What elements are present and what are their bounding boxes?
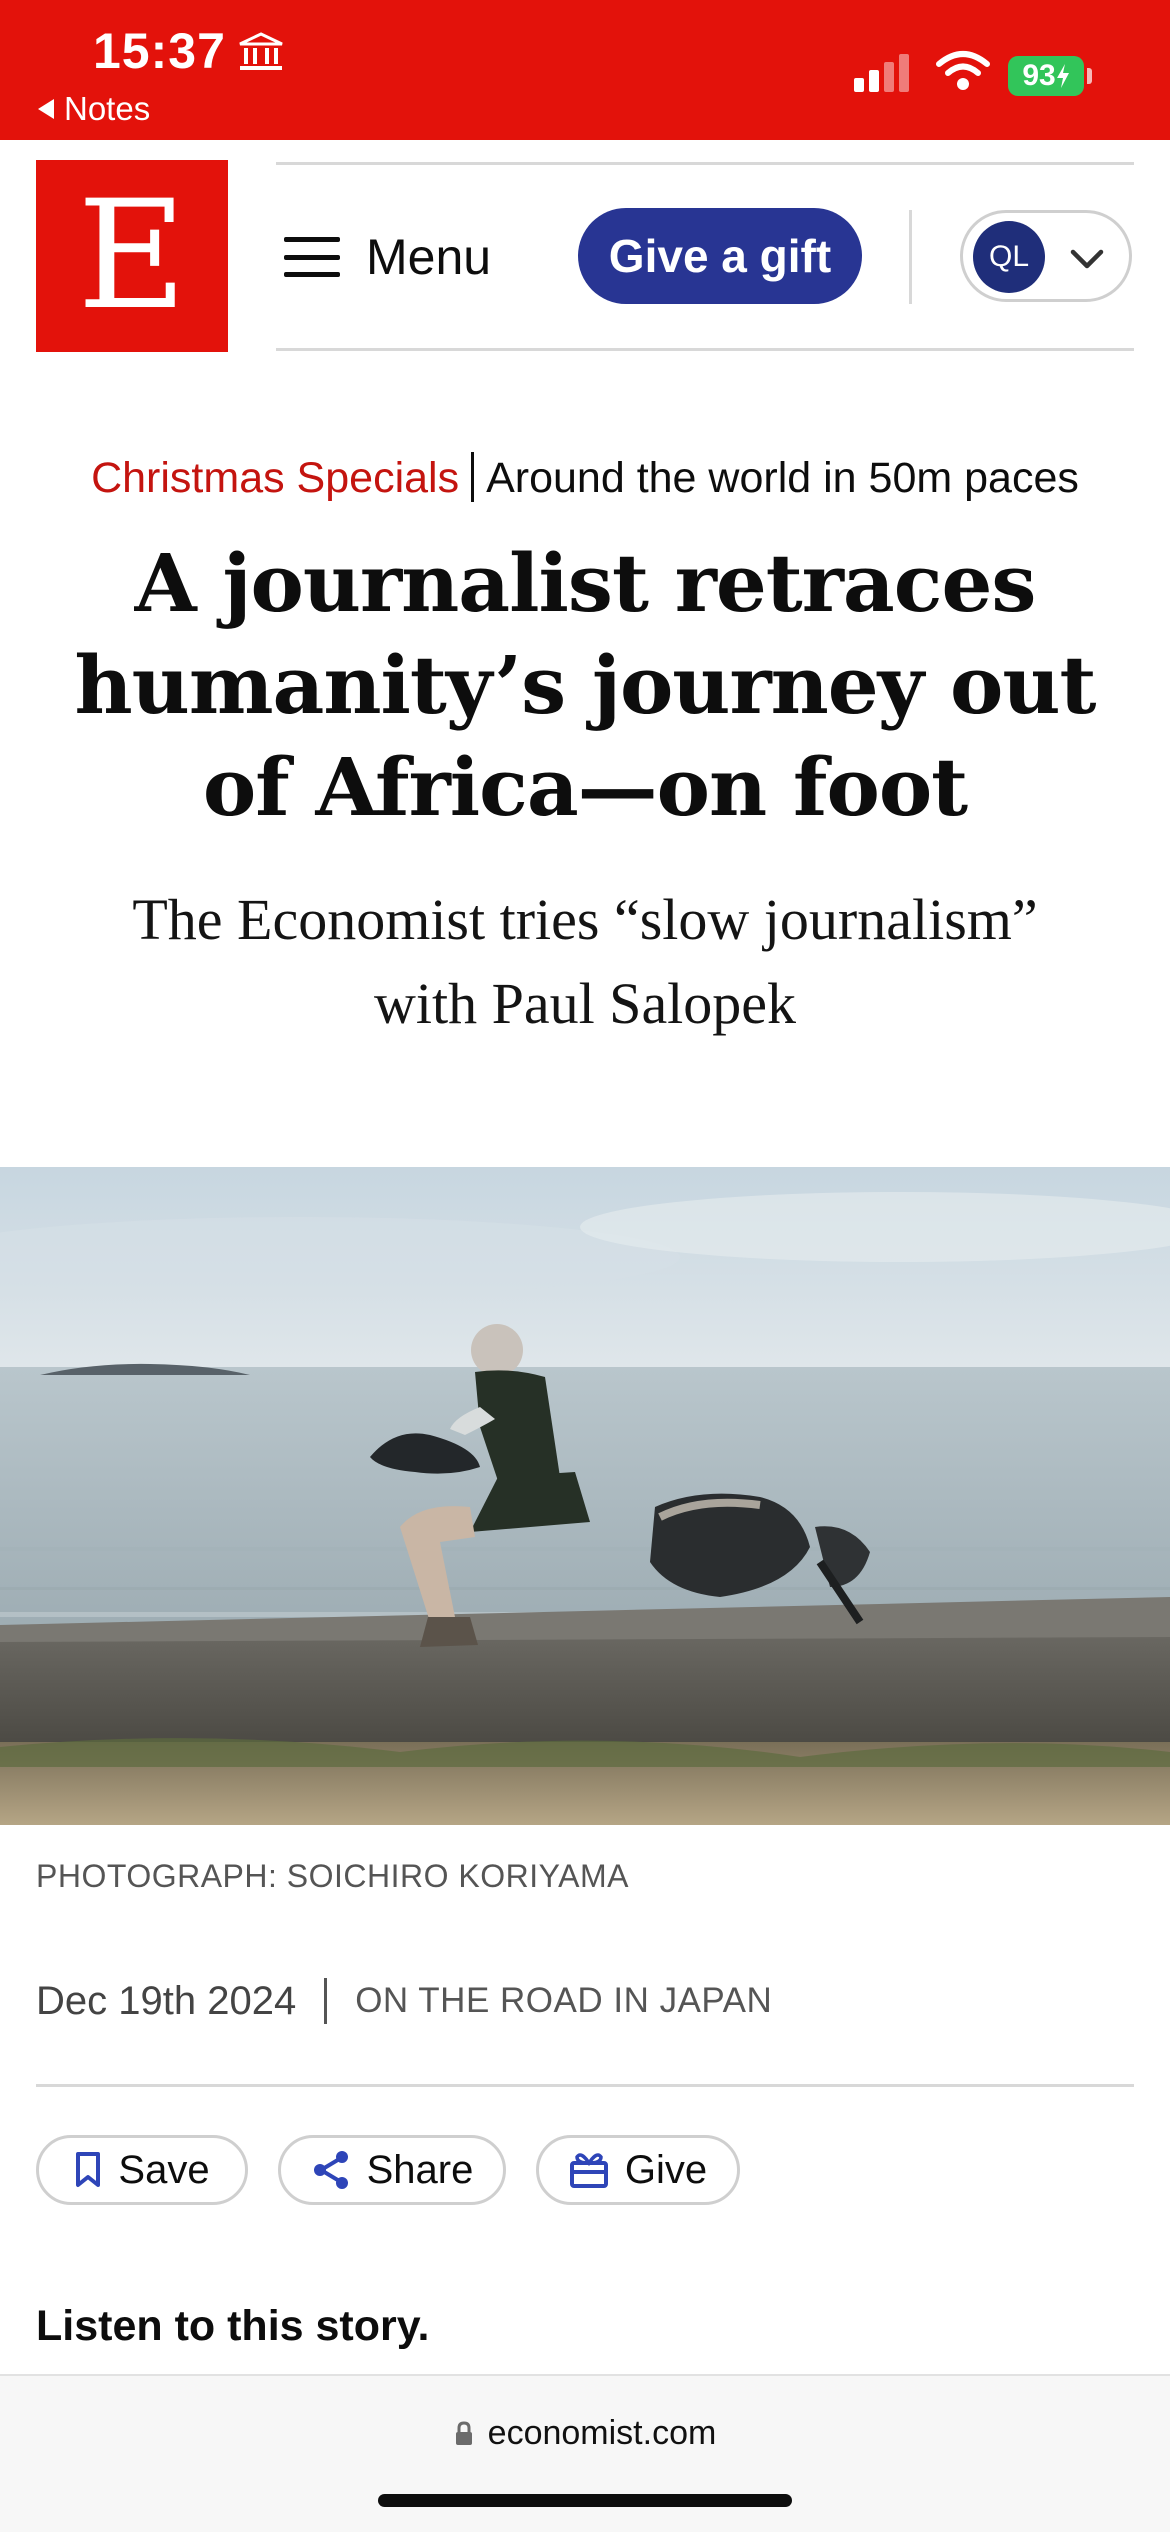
header-separator [909,210,912,304]
share-label: Share [366,2147,474,2192]
article-kicker: Christmas Specials Around the world in 50… [0,452,1170,503]
account-menu-button[interactable]: QL [960,210,1132,302]
menu-label: Menu [366,229,492,285]
economist-logo[interactable]: E [36,160,228,352]
status-time: 15:37 [93,23,226,79]
share-button[interactable]: Share [278,2135,506,2205]
hamburger-icon [284,237,340,277]
url-display[interactable]: economist.com [0,2414,1170,2453]
photo-credit: PHOTOGRAPH: SOICHIRO KORIYAMA [36,1858,629,1894]
article-location: ON THE ROAD IN JAPAN [355,1981,773,2020]
lock-icon [455,2420,472,2445]
battery-indicator: 93 [1008,56,1084,96]
battery-cap [1087,68,1092,84]
back-arrow-icon [38,99,54,119]
header-divider-bottom [276,348,1134,351]
give-a-gift-button[interactable]: Give a gift [578,208,862,304]
article-dateline: Dec 19th 2024 ON THE ROAD IN JAPAN [36,1978,772,2024]
status-bar: 15:37 Notes 93 [0,0,1170,140]
section-link[interactable]: Christmas Specials [91,454,459,502]
share-icon [313,2151,348,2189]
article-subheadline: The Economist tries “slow journalism” wi… [132,887,1038,1036]
publish-date: Dec 19th 2024 [36,1978,297,2023]
dateline-rule [36,2084,1134,2087]
article-headline: A journalist retraces humanity’s journey… [74,536,1097,834]
menu-button[interactable]: Menu [284,222,491,292]
battery-level: 93 [1022,59,1056,92]
back-to-notes[interactable]: Notes [38,90,150,128]
header-divider-top [276,162,1134,165]
logo-letter: E [77,169,187,343]
save-label: Save [118,2147,210,2192]
chevron-down-icon [1070,249,1104,269]
dateline-divider [324,1978,328,2024]
signal-icon [854,54,909,92]
kicker-divider [471,452,475,502]
listen-heading: Listen to this story. [36,2302,430,2350]
give-button[interactable]: Give [536,2135,740,2205]
charging-bolt-icon [1056,64,1069,88]
browser-url-bar[interactable]: economist.com [0,2374,1170,2532]
article-photo [0,1167,1170,1825]
wifi-icon [936,51,990,90]
url-text: economist.com [487,2414,717,2452]
series-label: Around the world in 50m paces [486,454,1079,502]
back-label: Notes [64,90,151,127]
save-button[interactable]: Save [36,2135,248,2205]
avatar: QL [973,221,1045,293]
bank-icon [239,32,283,70]
give-label: Give [624,2147,708,2192]
gift-icon [569,2153,608,2188]
home-indicator[interactable] [378,2494,792,2507]
bookmark-icon [76,2152,101,2187]
